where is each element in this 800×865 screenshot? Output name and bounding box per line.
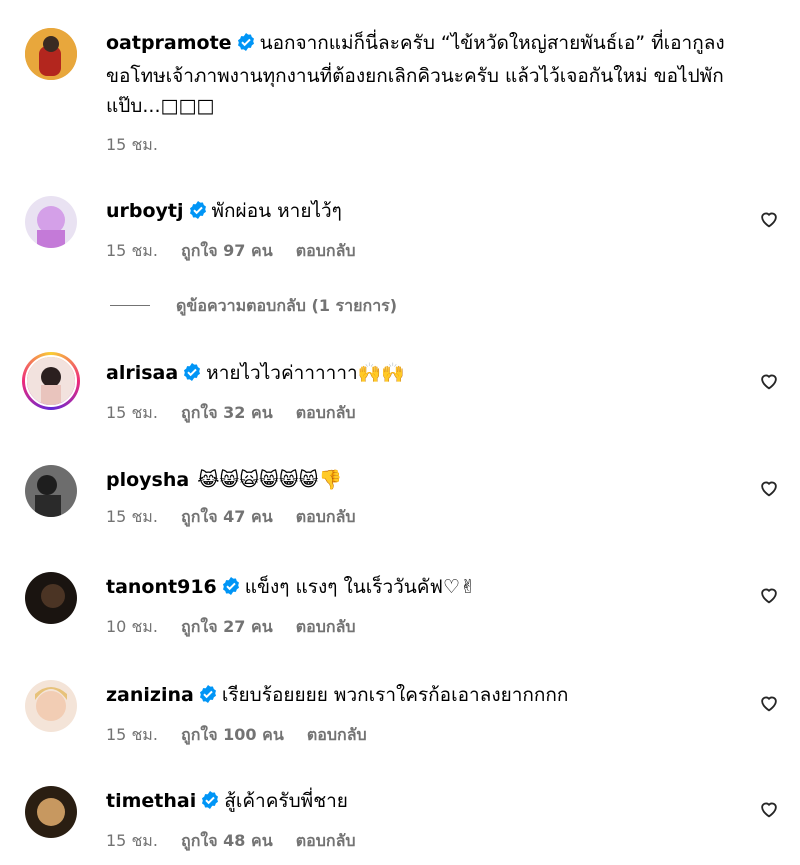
comment-text: แข็งๆ แรงๆ ในเร็ววันคัฟ (244, 576, 443, 598)
view-replies-button[interactable]: ดูข้อความตอบกลับ (1 รายการ) (110, 294, 397, 319)
like-heart-icon[interactable] (758, 208, 780, 230)
likes-count[interactable]: ถูกใจ 100 คน (181, 725, 284, 744)
avatar[interactable] (25, 786, 77, 838)
username[interactable]: urboytj (106, 200, 184, 222)
likes-count[interactable]: ถูกใจ 97 คน (181, 241, 273, 260)
likes-count[interactable]: ถูกใจ 48 คน (181, 831, 273, 850)
comment-time[interactable]: 15 ชม. (106, 831, 158, 850)
username[interactable]: timethai (106, 790, 196, 812)
comment-time[interactable]: 15 ชม. (106, 403, 158, 422)
comment-time[interactable]: 15 ชม. (106, 725, 158, 744)
reply-button[interactable]: ตอบกลับ (296, 403, 356, 422)
like-heart-icon[interactable] (758, 798, 780, 820)
like-heart-icon[interactable] (758, 584, 780, 606)
avatar[interactable] (25, 572, 77, 624)
verified-badge-icon (236, 31, 256, 61)
comment-time[interactable]: 15 ชม. (106, 241, 158, 260)
username[interactable]: ploysha (106, 469, 189, 491)
view-replies-label: ดูข้อความตอบกลับ (1 รายการ) (176, 296, 398, 315)
verified-badge-icon (200, 789, 220, 819)
username[interactable]: tanont916 (106, 576, 217, 598)
likes-count[interactable]: ถูกใจ 47 คน (181, 507, 273, 526)
like-heart-icon[interactable] (758, 692, 780, 714)
reply-button[interactable]: ตอบกลับ (296, 507, 356, 526)
reply-button[interactable]: ตอบกลับ (307, 725, 367, 744)
comment-time[interactable]: 15 ชม. (106, 135, 158, 154)
reply-button[interactable]: ตอบกลับ (296, 241, 356, 260)
emoji-tail: 🙌🙌 (357, 362, 405, 384)
comment-body: oatpramote นอกจากแม่ก็นี่ละครับ “ไข้หวัดใ… (106, 28, 740, 155)
avatar[interactable] (25, 465, 77, 517)
username[interactable]: oatpramote (106, 32, 232, 54)
emoji-tail: □□□ (160, 95, 215, 117)
username[interactable]: alrisaa (106, 362, 178, 384)
verified-badge-icon (221, 575, 241, 605)
like-heart-icon[interactable] (758, 370, 780, 392)
replies-divider (110, 305, 150, 306)
verified-badge-icon (188, 199, 208, 229)
verified-badge-icon (198, 683, 218, 713)
comment-time[interactable]: 10 ชม. (106, 617, 158, 636)
avatar[interactable] (25, 680, 77, 732)
comment-list: oatpramote นอกจากแม่ก็นี่ละครับ “ไข้หวัดใ… (0, 0, 800, 865)
avatar[interactable] (25, 28, 77, 80)
comment-text: สู้เค้าครับพี่ชาย (224, 790, 348, 812)
comment-text: หายไวไวค่าาาาาา (206, 362, 358, 384)
likes-count[interactable]: ถูกใจ 27 คน (181, 617, 273, 636)
reply-button[interactable]: ตอบกลับ (296, 831, 356, 850)
username[interactable]: zanizina (106, 684, 194, 706)
reply-button[interactable]: ตอบกลับ (296, 617, 356, 636)
like-heart-icon[interactable] (758, 477, 780, 499)
verified-badge-icon (182, 361, 202, 391)
comment-text: เรียบร้อยยยย พวกเราใครก้อเอาลงยากกกก (221, 684, 569, 706)
comment-text: พักผ่อน หายไว้ๆ (211, 200, 342, 222)
avatar[interactable] (25, 196, 77, 248)
emoji-tail: 😹😸🙀😸😸😸👎 (197, 469, 343, 491)
emoji-tail: ♡✌ (442, 576, 476, 598)
likes-count[interactable]: ถูกใจ 32 คน (181, 403, 273, 422)
avatar-story-ring[interactable] (22, 352, 80, 410)
comment-time[interactable]: 15 ชม. (106, 507, 158, 526)
